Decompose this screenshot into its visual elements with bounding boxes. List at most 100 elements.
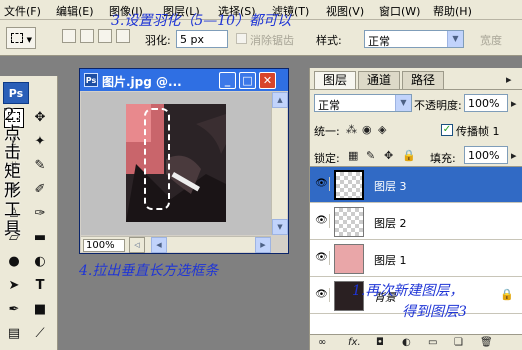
close-button[interactable]: ✕ <box>259 72 276 89</box>
feather-label: 羽化: <box>145 34 171 47</box>
layer-row-2[interactable]: 👁 图层 2 <box>310 204 522 240</box>
scroll-up-icon[interactable]: ▲ <box>272 92 288 108</box>
tab-divider <box>310 89 522 90</box>
zoom-field[interactable]: 100% <box>83 239 125 252</box>
layer-name: 图层 3 <box>374 180 407 193</box>
unify-style-icon[interactable]: ◈ <box>378 123 386 136</box>
dodge-tool[interactable]: ◐ <box>30 252 50 272</box>
magic-wand-tool[interactable]: ✦ <box>30 132 50 152</box>
fx-icon[interactable]: fx. <box>348 337 361 348</box>
document-window[interactable]: Ps 图片.jpg @... _ □ ✕ ▲ ▼ 100% ◁ ◀ ▶ <box>79 68 289 254</box>
style-select[interactable]: 正常 ▼ <box>364 30 464 48</box>
layer-name: 图层 1 <box>374 254 407 267</box>
adjustment-layer-icon[interactable]: ◐ <box>402 337 411 348</box>
photo-figure <box>126 104 226 222</box>
document-titlebar[interactable]: Ps 图片.jpg @... _ □ ✕ <box>80 69 288 91</box>
horizontal-scrollbar[interactable]: 100% ◁ ◀ ▶ <box>81 236 271 253</box>
chevron-down-icon: ▼ <box>395 95 411 111</box>
eye-icon[interactable]: 👁 <box>314 251 330 265</box>
slice-icon: ✎ <box>34 158 46 173</box>
maximize-button[interactable]: □ <box>239 72 256 89</box>
add-selection-button[interactable] <box>80 29 94 43</box>
pen-icon: ✒ <box>8 302 20 317</box>
gradient-icon: ▬ <box>33 230 47 245</box>
intersect-selection-button[interactable] <box>116 29 130 43</box>
canvas-area[interactable] <box>81 92 271 235</box>
notes-tool[interactable]: ▤ <box>4 324 24 344</box>
fill-input[interactable]: 100% <box>464 146 508 164</box>
slice-tool[interactable]: ✎ <box>30 156 50 176</box>
minimize-button[interactable]: _ <box>219 72 236 89</box>
eye-icon[interactable]: 👁 <box>314 288 330 302</box>
lock-move-icon[interactable]: ✥ <box>384 149 393 162</box>
menu-edit[interactable]: 编辑(E) <box>56 3 94 19</box>
add-mask-icon[interactable]: ◘ <box>376 337 384 348</box>
move-tool[interactable]: ✥ <box>30 108 50 128</box>
lock-paint-icon[interactable]: ✎ <box>366 149 375 162</box>
new-layer-icon[interactable]: ❏ <box>454 337 463 348</box>
rect-shape-icon: ■ <box>33 302 47 317</box>
info-arrow-icon[interactable]: ◁ <box>129 237 145 253</box>
history-brush-tool[interactable]: ✑ <box>30 204 50 224</box>
new-selection-button[interactable] <box>62 29 76 43</box>
ps-document-icon: Ps <box>84 73 98 87</box>
ps-logo-icon[interactable]: Ps <box>3 82 29 104</box>
link-layers-icon[interactable]: ∞ <box>318 337 326 348</box>
menu-file[interactable]: 文件(F) <box>4 3 41 19</box>
dodge-icon: ◐ <box>34 254 46 269</box>
style-value: 正常 <box>368 35 390 48</box>
eyedropper-tool[interactable]: ⟋ <box>30 324 50 344</box>
blend-mode-select[interactable]: 正常 ▼ <box>314 94 412 112</box>
layer-row-3[interactable]: 👁 图层 3 <box>310 167 522 203</box>
unify-visibility-icon[interactable]: ◉ <box>362 123 372 136</box>
annotation-step1-line1: 1.再次新建图层， <box>352 283 464 299</box>
layer-thumbnail <box>334 170 364 200</box>
menu-help[interactable]: 帮助(H) <box>433 3 472 19</box>
blur-tool[interactable]: ● <box>4 252 24 272</box>
scroll-right-icon[interactable]: ▶ <box>255 237 271 253</box>
vertical-scrollbar[interactable]: ▲ ▼ <box>271 92 288 235</box>
gradient-tool[interactable]: ▬ <box>30 228 50 248</box>
brush-tool[interactable]: ✐ <box>30 180 50 200</box>
chevron-down-icon: ▼ <box>26 36 32 44</box>
annotation-step3: 3.设置羽化（5—10）都可以 <box>111 13 292 29</box>
new-group-icon[interactable]: ▭ <box>428 337 437 348</box>
antialias-checkbox[interactable] <box>236 33 247 44</box>
type-tool[interactable]: T <box>30 276 50 296</box>
menu-view[interactable]: 视图(V) <box>326 3 364 19</box>
feather-input[interactable]: 5 px <box>176 30 228 48</box>
blend-mode-value: 正常 <box>318 99 340 112</box>
annotation-step1-line2: 得到图层3 <box>402 304 467 320</box>
panel-menu-icon[interactable]: ▸ <box>506 73 512 86</box>
tab-layers[interactable]: 图层 <box>314 71 356 89</box>
layer-row-1[interactable]: 👁 图层 1 <box>310 241 522 277</box>
rect-selection-marquee <box>144 108 170 210</box>
eye-icon[interactable]: 👁 <box>314 177 330 191</box>
scroll-left-icon[interactable]: ◀ <box>151 237 167 253</box>
eye-icon[interactable]: 👁 <box>314 214 330 228</box>
opacity-input[interactable]: 100% <box>464 94 508 112</box>
history-brush-icon: ✑ <box>34 206 46 221</box>
opacity-slider-icon[interactable]: ▸ <box>511 97 517 110</box>
tool-preset-picker[interactable]: ▼ <box>6 27 36 49</box>
subtract-selection-button[interactable] <box>98 29 112 43</box>
lock-transparent-icon[interactable]: ▦ <box>348 149 358 162</box>
pen-tool[interactable]: ✒ <box>4 300 24 320</box>
annotation-step4: 4.拉出垂直长方选框条 <box>79 263 219 279</box>
style-label: 样式: <box>316 34 342 47</box>
tab-paths[interactable]: 路径 <box>402 71 444 89</box>
fill-slider-icon[interactable]: ▸ <box>511 149 517 162</box>
unify-position-icon[interactable]: ⁂ <box>346 123 357 136</box>
trash-icon[interactable]: 🗑 <box>480 337 493 348</box>
scroll-down-icon[interactable]: ▼ <box>272 219 288 235</box>
path-select-tool[interactable]: ➤ <box>4 276 24 296</box>
menu-window[interactable]: 窗口(W) <box>379 3 420 19</box>
note-icon: ▤ <box>7 326 21 341</box>
tab-channels[interactable]: 通道 <box>358 71 400 89</box>
propagate-checkbox[interactable]: ✓ <box>441 124 453 136</box>
shape-tool[interactable]: ■ <box>30 300 50 320</box>
lock-all-icon[interactable]: 🔒 <box>402 149 416 162</box>
unify-label: 统一: <box>314 125 340 138</box>
move-icon: ✥ <box>34 110 46 125</box>
type-icon: T <box>35 278 45 293</box>
